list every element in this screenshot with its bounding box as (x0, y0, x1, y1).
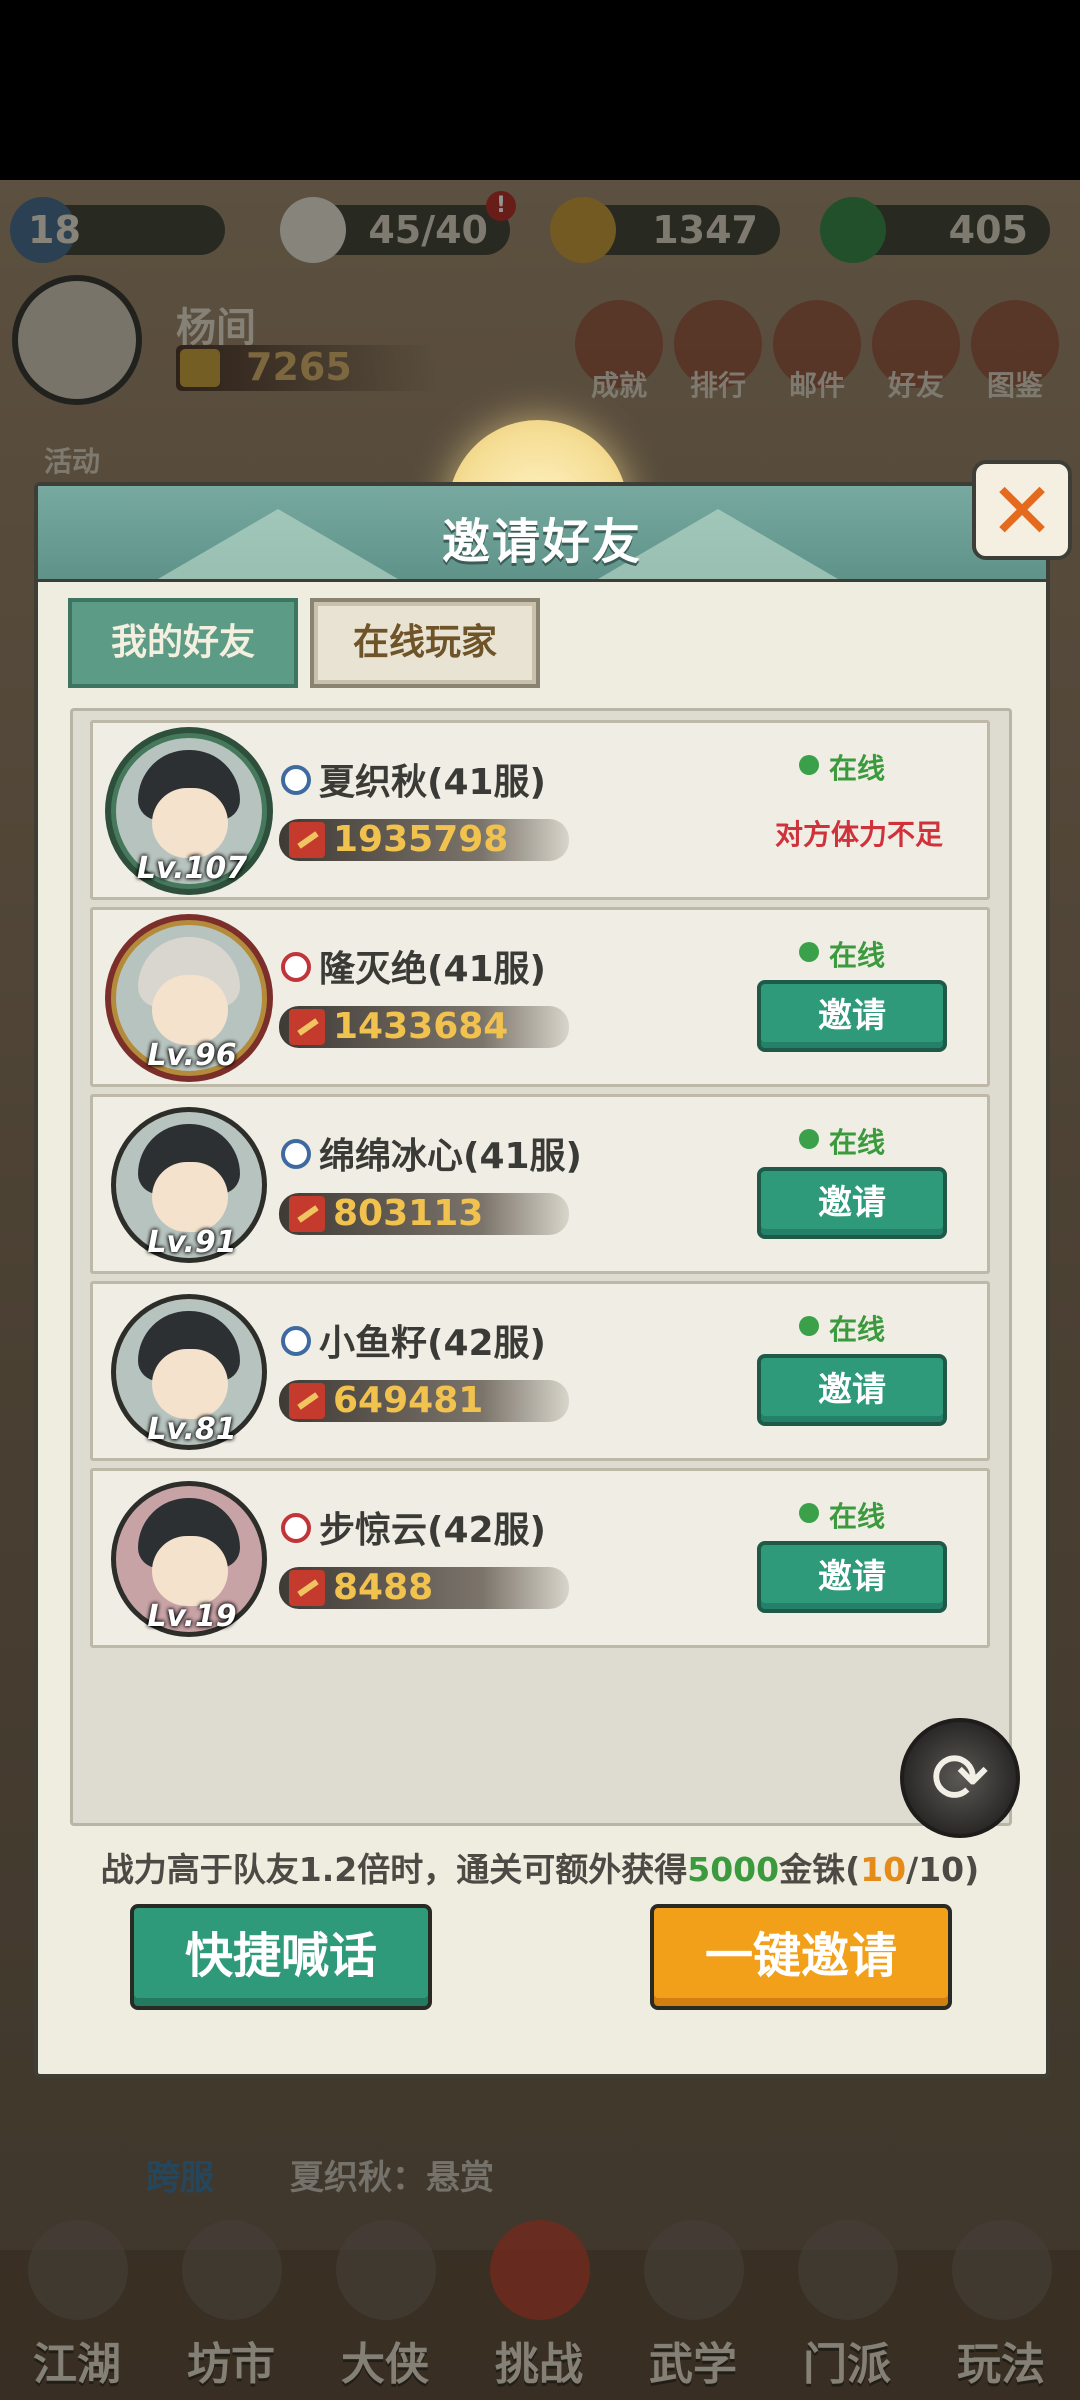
player-name: 小鱼籽(42服) (319, 1323, 547, 1364)
level-label: Lv.107 (136, 851, 248, 886)
invite-button[interactable]: 邀请 (757, 1354, 947, 1426)
refresh-button[interactable]: ⟳ (900, 1718, 1020, 1838)
quick-shout-button[interactable]: 快捷喊话 (130, 1904, 432, 2010)
bonus-total: /10) (906, 1850, 980, 1889)
bonus-info: 战力高于队友1.2倍时，通关可额外获得5000金铢(10/10) (0, 1843, 1080, 1891)
online-status: 在线 (829, 1126, 886, 1159)
online-status: 在线 (829, 1313, 886, 1346)
male-icon (281, 1139, 311, 1169)
sword-icon (289, 1383, 325, 1419)
sword-icon (289, 1570, 325, 1606)
player-row: Lv.91 绵绵冰心(41服) 803113 在线 邀请 (90, 1094, 990, 1274)
online-status: 在线 (829, 939, 886, 972)
player-name: 夏织秋(41服) (319, 762, 547, 803)
bonus-currency: 金铢( (779, 1850, 861, 1889)
sword-icon (289, 1009, 325, 1045)
female-icon (281, 952, 311, 982)
female-icon (281, 1513, 311, 1543)
power-bar: 803113 (279, 1193, 569, 1235)
status-bar (0, 0, 1080, 180)
power-bar: 8488 (279, 1567, 569, 1609)
invite-button[interactable]: 邀请 (757, 1167, 947, 1239)
power-value: 1935798 (333, 819, 509, 860)
player-row: Lv.107 夏织秋(41服) 1935798 在线 对方体力不足 (90, 720, 990, 900)
insufficient-stamina-text: 对方体力不足 (774, 818, 943, 851)
bonus-current-count: 10 (860, 1850, 907, 1889)
power-bar: 1433684 (279, 1006, 569, 1048)
sword-icon (289, 1196, 325, 1232)
player-name: 绵绵冰心(41服) (319, 1136, 583, 1177)
online-status: 在线 (829, 1500, 886, 1533)
player-name: 隆灭绝(41服) (319, 949, 547, 990)
online-dot-icon (799, 755, 819, 775)
online-dot-icon (799, 1316, 819, 1336)
player-row: Lv.81 小鱼籽(42服) 649481 在线 邀请 (90, 1281, 990, 1461)
dialog-title: 邀请好友 (441, 514, 642, 570)
refresh-icon: ⟳ (930, 1737, 990, 1819)
dialog-header: 邀请好友 (38, 486, 1046, 582)
power-value: 803113 (333, 1193, 484, 1234)
level-label: Lv.96 (147, 1038, 237, 1073)
level-label: Lv.19 (147, 1599, 237, 1634)
bonus-amount: 5000 (687, 1850, 780, 1889)
player-row: Lv.96 隆灭绝(41服) 1433684 在线 邀请 (90, 907, 990, 1087)
power-value: 1433684 (333, 1006, 509, 1047)
power-value: 8488 (333, 1567, 434, 1608)
male-icon (281, 1326, 311, 1356)
power-bar: 1935798 (279, 819, 569, 861)
tab-online-players[interactable]: 在线玩家 (310, 598, 540, 688)
level-label: Lv.91 (147, 1225, 237, 1260)
player-row: Lv.19 步惊云(42服) 8488 在线 邀请 (90, 1468, 990, 1648)
close-button[interactable]: ✕ (972, 460, 1072, 560)
invite-button[interactable]: 邀请 (757, 980, 947, 1052)
player-name: 步惊云(42服) (319, 1510, 547, 1551)
online-status: 在线 (829, 752, 886, 785)
bonus-prefix: 战力高于队友1.2倍时，通关可额外获得 (100, 1850, 688, 1889)
invite-button[interactable]: 邀请 (757, 1541, 947, 1613)
male-icon (281, 765, 311, 795)
sword-icon (289, 822, 325, 858)
online-dot-icon (799, 1503, 819, 1523)
online-dot-icon (799, 942, 819, 962)
power-value: 649481 (333, 1380, 484, 1421)
power-bar: 649481 (279, 1380, 569, 1422)
invite-all-button[interactable]: 一键邀请 (650, 1904, 952, 2010)
level-label: Lv.81 (147, 1412, 237, 1447)
online-dot-icon (799, 1129, 819, 1149)
tab-my-friends[interactable]: 我的好友 (68, 598, 298, 688)
close-icon: ✕ (989, 467, 1055, 557)
